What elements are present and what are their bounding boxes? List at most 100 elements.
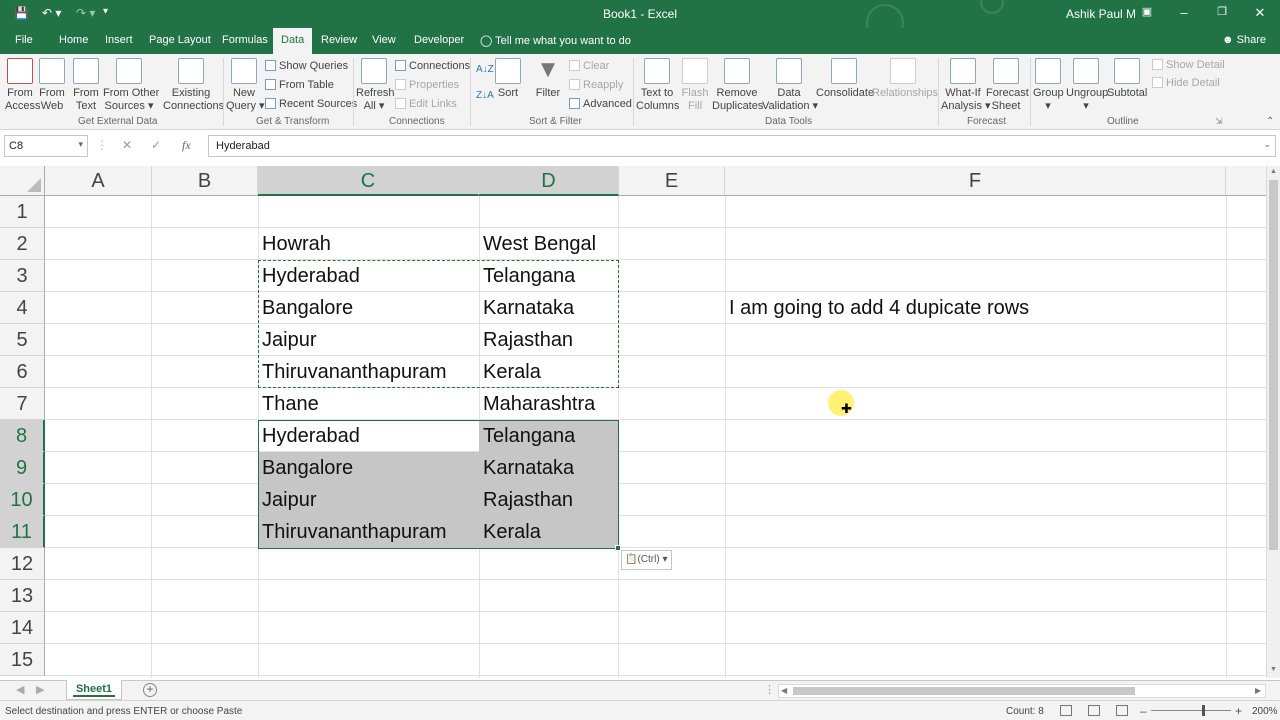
page-break-view-icon[interactable] <box>1116 705 1128 716</box>
row-header-1[interactable]: 1 <box>0 196 45 228</box>
column-header-g[interactable] <box>1226 166 1266 196</box>
page-layout-view-icon[interactable] <box>1088 705 1100 716</box>
from-other-sources-button[interactable]: From Other Sources ▾ <box>103 58 159 113</box>
edit-links-button[interactable]: Edit Links <box>395 98 457 110</box>
restore-icon[interactable]: ❐ <box>1212 5 1232 18</box>
zoom-slider[interactable] <box>1151 710 1231 711</box>
horizontal-scroll-thumb[interactable] <box>793 687 1135 695</box>
user-name[interactable]: Ashik Paul M <box>1066 7 1136 21</box>
show-queries-button[interactable]: Show Queries <box>265 60 348 72</box>
paste-options-button[interactable]: 📋(Ctrl) ▾ <box>621 550 672 570</box>
ribbon-display-options-icon[interactable]: ▣ <box>1137 5 1157 18</box>
insert-function-icon[interactable]: fx <box>182 138 191 153</box>
new-query-button[interactable]: New Query ▾ <box>226 58 265 113</box>
column-header-c[interactable]: C <box>258 166 479 196</box>
cell-c7[interactable]: Thane <box>258 388 319 420</box>
share-button[interactable]: ☻ Share <box>1222 34 1266 46</box>
column-header-d[interactable]: D <box>479 166 619 196</box>
group-button[interactable]: Group ▾ <box>1033 58 1064 113</box>
column-header-a[interactable]: A <box>45 166 152 196</box>
scroll-right-icon[interactable]: ▶ <box>1255 686 1261 695</box>
forecast-sheet-button[interactable]: Forecast Sheet <box>986 58 1029 113</box>
column-header-b[interactable]: B <box>152 166 258 196</box>
row-header-3[interactable]: 3 <box>0 260 45 292</box>
cell-c2[interactable]: Howrah <box>258 228 331 260</box>
collapse-ribbon-icon[interactable]: ⌃ <box>1266 116 1274 127</box>
name-box[interactable]: C8 ▾ <box>4 135 88 157</box>
worksheet-grid[interactable]: A B C D E F 1 2 3 4 5 6 7 8 9 10 11 12 1… <box>0 166 1266 678</box>
flash-fill-button[interactable]: Flash Fill <box>680 58 710 113</box>
vertical-scrollbar[interactable]: ▲ ▼ <box>1266 166 1280 678</box>
tab-review[interactable]: Review <box>321 34 357 46</box>
zoom-slider-knob[interactable] <box>1202 705 1205 716</box>
horizontal-scrollbar[interactable]: ◀ ▶ <box>778 684 1266 698</box>
select-all-corner[interactable] <box>0 166 45 196</box>
properties-button[interactable]: Properties <box>395 79 459 91</box>
scroll-down-icon[interactable]: ▼ <box>1270 666 1277 673</box>
scroll-up-icon[interactable]: ▲ <box>1270 168 1277 175</box>
from-access-button[interactable]: From Access <box>5 58 40 113</box>
reapply-button[interactable]: Reapply <box>569 79 623 91</box>
tab-insert[interactable]: Insert <box>105 34 133 46</box>
tab-data[interactable]: Data <box>273 28 313 54</box>
column-header-e[interactable]: E <box>619 166 725 196</box>
existing-connections-button[interactable]: Existing Connections <box>163 58 224 113</box>
add-sheet-icon[interactable]: + <box>143 683 157 697</box>
row-header-4[interactable]: 4 <box>0 292 45 324</box>
enter-icon[interactable]: ✓ <box>151 138 161 152</box>
tab-home[interactable]: Home <box>59 34 88 46</box>
zoom-in-icon[interactable]: + <box>1235 704 1242 718</box>
cell-f4[interactable]: I am going to add 4 dupicate rows <box>725 292 1029 324</box>
scroll-left-icon[interactable]: ◀ <box>781 686 787 695</box>
row-header-8[interactable]: 8 <box>0 420 45 452</box>
zoom-out-icon[interactable]: – <box>1140 704 1147 718</box>
tab-developer[interactable]: Developer <box>414 34 464 46</box>
row-header-10[interactable]: 10 <box>0 484 45 516</box>
refresh-all-button[interactable]: Refresh All ▾ <box>356 58 395 113</box>
clear-button[interactable]: Clear <box>569 60 609 72</box>
close-icon[interactable]: ✕ <box>1250 5 1270 21</box>
name-box-dropdown-icon[interactable]: ▾ <box>78 139 83 150</box>
subtotal-button[interactable]: Subtotal <box>1107 58 1147 100</box>
sort-descending-icon[interactable]: Z↓A <box>476 90 494 101</box>
sort-button[interactable]: Sort <box>494 58 522 100</box>
row-header-13[interactable]: 13 <box>0 580 45 612</box>
vertical-scroll-thumb[interactable] <box>1269 180 1278 550</box>
consolidate-button[interactable]: Consolidate <box>816 58 874 100</box>
expand-formula-icon[interactable]: ⌄ <box>1263 139 1271 150</box>
row-header-11[interactable]: 11 <box>0 516 45 548</box>
normal-view-icon[interactable] <box>1060 705 1072 716</box>
cancel-icon[interactable]: ✕ <box>122 138 132 152</box>
recent-sources-button[interactable]: Recent Sources <box>265 98 357 110</box>
filter-button[interactable]: ▼ Filter <box>534 58 562 100</box>
advanced-button[interactable]: Advanced <box>569 98 632 110</box>
what-if-analysis-button[interactable]: What-If Analysis ▾ <box>941 58 991 113</box>
row-header-6[interactable]: 6 <box>0 356 45 388</box>
text-to-columns-button[interactable]: Text to Columns <box>636 58 679 113</box>
hide-detail-button[interactable]: Hide Detail <box>1152 77 1220 89</box>
from-text-button[interactable]: From Text <box>72 58 100 113</box>
cell-d7[interactable]: Maharashtra <box>479 388 595 420</box>
cell-d2[interactable]: West Bengal <box>479 228 596 260</box>
tab-split-handle-icon[interactable]: ⋮ <box>764 683 775 696</box>
show-detail-button[interactable]: Show Detail <box>1152 59 1225 71</box>
tab-page-layout[interactable]: Page Layout <box>149 34 211 46</box>
sheet-tab-sheet1[interactable]: Sheet1 <box>66 680 122 700</box>
column-header-f[interactable]: F <box>725 166 1226 196</box>
outline-settings-icon[interactable]: ⇲ <box>1215 116 1223 127</box>
from-table-button[interactable]: From Table <box>265 79 334 91</box>
tab-file[interactable]: File <box>15 34 33 46</box>
row-header-14[interactable]: 14 <box>0 612 45 644</box>
row-header-12[interactable]: 12 <box>0 548 45 580</box>
row-header-2[interactable]: 2 <box>0 228 45 260</box>
zoom-level[interactable]: 200% <box>1252 706 1278 717</box>
connections-button[interactable]: Connections <box>395 60 470 72</box>
relationships-button[interactable]: Relationships <box>872 58 938 100</box>
tell-me-search[interactable]: ◯ Tell me what you want to do <box>480 34 631 47</box>
data-validation-button[interactable]: Data Validation ▾ <box>762 58 818 113</box>
ungroup-button[interactable]: Ungroup ▾ <box>1066 58 1108 113</box>
previous-sheet-icon[interactable]: ◀ <box>16 683 24 696</box>
tab-view[interactable]: View <box>372 34 396 46</box>
next-sheet-icon[interactable]: ▶ <box>36 683 44 696</box>
formula-input[interactable]: Hyderabad ⌄ <box>208 135 1276 157</box>
